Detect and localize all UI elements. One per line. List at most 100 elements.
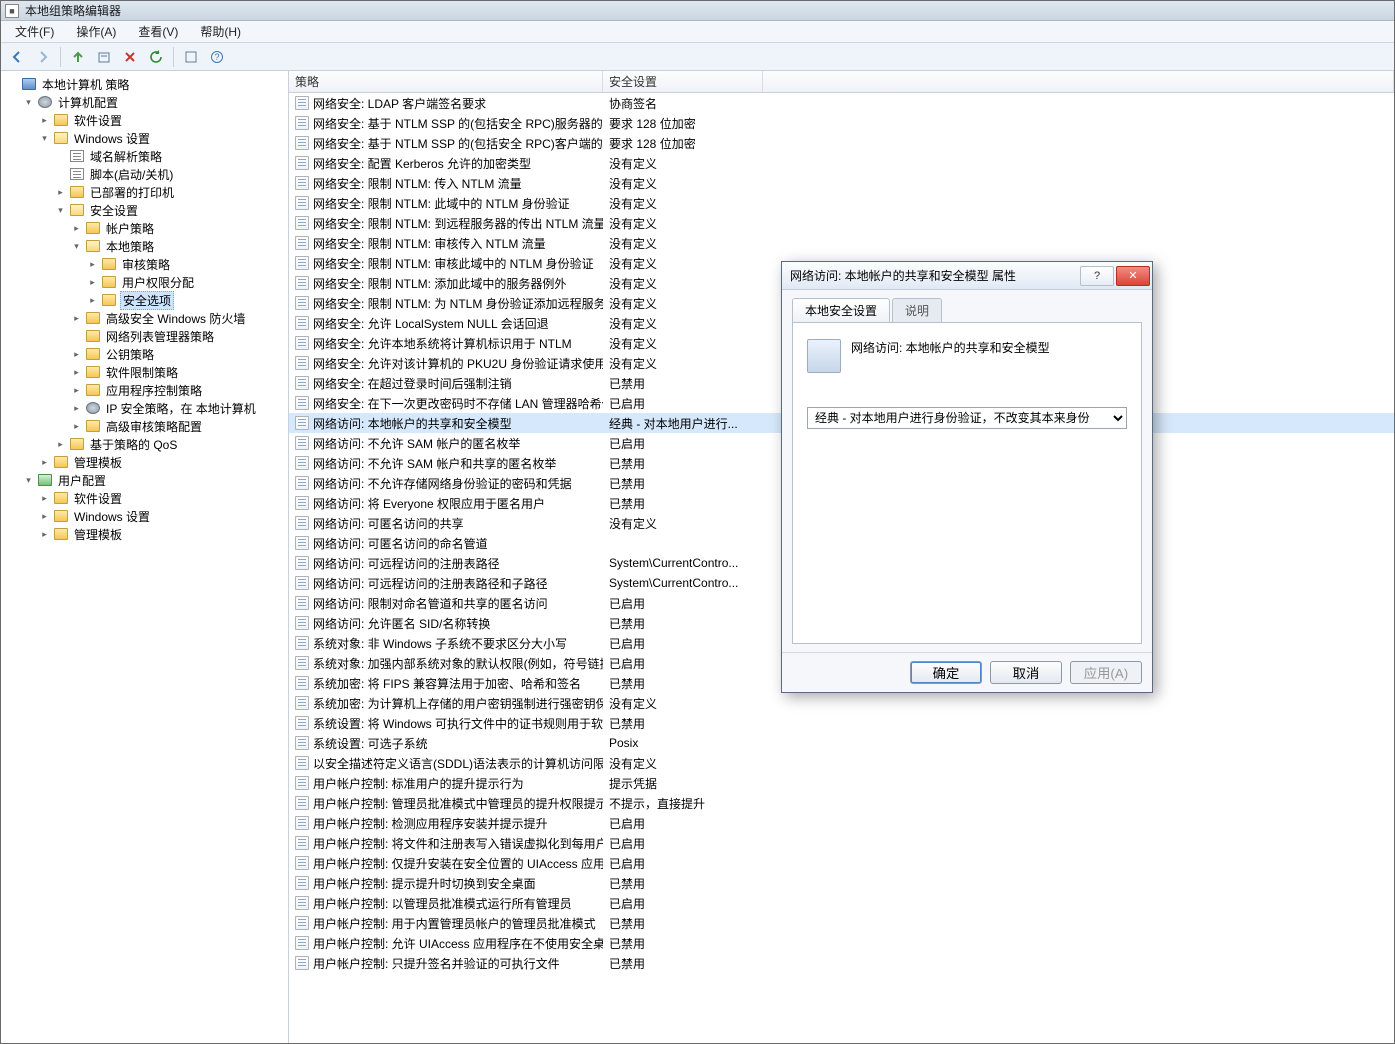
tree-node[interactable]: ▾Windows 设置 — [7, 129, 288, 147]
expand-icon[interactable]: ▸ — [87, 277, 98, 288]
back-button[interactable] — [5, 46, 29, 68]
expand-icon[interactable]: ▸ — [87, 295, 98, 306]
titlebar[interactable]: ■ 本地组策略编辑器 — [1, 1, 1394, 21]
expand-icon[interactable]: ▸ — [71, 349, 82, 360]
tree-node[interactable]: 本地计算机 策略 — [7, 75, 288, 93]
tree-pane[interactable]: 本地计算机 策略▾计算机配置▸软件设置▾Windows 设置域名解析策略脚本(启… — [1, 71, 289, 1043]
properties-button[interactable] — [92, 46, 116, 68]
policy-row[interactable]: 用户帐户控制: 将文件和注册表写入错误虚拟化到每用户位置已启用 — [289, 833, 1394, 853]
policy-row[interactable]: 用户帐户控制: 用于内置管理员帐户的管理员批准模式已禁用 — [289, 913, 1394, 933]
expand-icon[interactable]: ▸ — [87, 259, 98, 270]
tree-node[interactable]: ▾安全设置 — [7, 201, 288, 219]
security-model-select[interactable]: 经典 - 对本地用户进行身份验证，不改变其本来身份 — [807, 407, 1127, 429]
policy-row[interactable]: 用户帐户控制: 只提升签名并验证的可执行文件已禁用 — [289, 953, 1394, 973]
tree-node[interactable]: ▸软件限制策略 — [7, 363, 288, 381]
help-button[interactable]: ? — [1080, 266, 1114, 286]
users-icon — [38, 474, 52, 486]
collapse-icon[interactable]: ▾ — [39, 133, 50, 144]
tree-node[interactable]: ▸公钥策略 — [7, 345, 288, 363]
tree-node[interactable]: ▸审核策略 — [7, 255, 288, 273]
menu-item[interactable]: 操作(A) — [66, 21, 126, 42]
tree-node[interactable]: 脚本(启动/关机) — [7, 165, 288, 183]
menu-item[interactable]: 文件(F) — [5, 21, 64, 42]
tree-node[interactable]: 网络列表管理器策略 — [7, 327, 288, 345]
tree-node[interactable]: ▸基于策略的 QoS — [7, 435, 288, 453]
policy-row[interactable]: 用户帐户控制: 标准用户的提升提示行为提示凭据 — [289, 773, 1394, 793]
up-button[interactable] — [66, 46, 90, 68]
tree-node[interactable]: ▸安全选项 — [7, 291, 288, 309]
policy-row[interactable]: 网络安全: LDAP 客户端签名要求协商签名 — [289, 93, 1394, 113]
collapse-icon[interactable]: ▾ — [23, 97, 34, 108]
column-header-value[interactable]: 安全设置 — [603, 71, 763, 92]
expand-icon[interactable]: ▸ — [55, 439, 66, 450]
tree-node[interactable]: ▾本地策略 — [7, 237, 288, 255]
tree-node[interactable]: ▸帐户策略 — [7, 219, 288, 237]
expand-icon[interactable]: ▸ — [39, 457, 50, 468]
policy-row[interactable]: 网络安全: 基于 NTLM SSP 的(包括安全 RPC)客户端的最小...要求… — [289, 133, 1394, 153]
tree-node[interactable]: ▾计算机配置 — [7, 93, 288, 111]
collapse-icon[interactable]: ▾ — [55, 205, 66, 216]
policy-row[interactable]: 网络安全: 限制 NTLM: 到远程服务器的传出 NTLM 流量没有定义 — [289, 213, 1394, 233]
help-button[interactable]: ? — [205, 46, 229, 68]
menu-item[interactable]: 帮助(H) — [190, 21, 251, 42]
menu-item[interactable]: 查看(V) — [128, 21, 188, 42]
policy-row[interactable]: 用户帐户控制: 以管理员批准模式运行所有管理员已启用 — [289, 893, 1394, 913]
forward-button[interactable] — [31, 46, 55, 68]
tree-node[interactable]: ▸用户权限分配 — [7, 273, 288, 291]
cancel-button[interactable]: 取消 — [990, 661, 1062, 684]
tree-node[interactable]: ▸管理模板 — [7, 453, 288, 471]
policy-row[interactable]: 网络安全: 限制 NTLM: 此域中的 NTLM 身份验证没有定义 — [289, 193, 1394, 213]
policy-row[interactable]: 用户帐户控制: 管理员批准模式中管理员的提升权限提示的...不提示，直接提升 — [289, 793, 1394, 813]
expand-icon[interactable]: ▸ — [71, 403, 82, 414]
policy-row[interactable]: 用户帐户控制: 允许 UIAccess 应用程序在不使用安全桌面...已禁用 — [289, 933, 1394, 953]
policy-row[interactable]: 网络安全: 配置 Kerberos 允许的加密类型没有定义 — [289, 153, 1394, 173]
delete-button[interactable] — [118, 46, 142, 68]
expand-icon[interactable]: ▸ — [71, 421, 82, 432]
properties-dialog[interactable]: 网络访问: 本地帐户的共享和安全模型 属性 ? ✕ 本地安全设置 说明 网络访问… — [781, 261, 1153, 693]
tree-node[interactable]: ▸IP 安全策略，在 本地计算机 — [7, 399, 288, 417]
tree-node[interactable]: ▸应用程序控制策略 — [7, 381, 288, 399]
tree-node[interactable]: ▸软件设置 — [7, 489, 288, 507]
policy-name: 网络安全: 限制 NTLM: 到远程服务器的传出 NTLM 流量 — [313, 215, 603, 232]
policy-row[interactable]: 系统设置: 将 Windows 可执行文件中的证书规则用于软件...已禁用 — [289, 713, 1394, 733]
expand-icon[interactable]: ▸ — [71, 367, 82, 378]
policy-row[interactable]: 用户帐户控制: 仅提升安装在安全位置的 UIAccess 应用程序已启用 — [289, 853, 1394, 873]
policy-row[interactable]: 系统设置: 可选子系统Posix — [289, 733, 1394, 753]
expand-icon[interactable]: ▸ — [39, 493, 50, 504]
close-button[interactable]: ✕ — [1116, 266, 1150, 286]
tree-node[interactable]: ▾用户配置 — [7, 471, 288, 489]
expand-icon[interactable]: ▸ — [71, 313, 82, 324]
policy-name: 用户帐户控制: 只提升签名并验证的可执行文件 — [313, 955, 560, 972]
expand-icon[interactable]: ▸ — [71, 385, 82, 396]
collapse-icon[interactable]: ▾ — [71, 241, 82, 252]
policy-row[interactable]: 网络安全: 限制 NTLM: 传入 NTLM 流量没有定义 — [289, 173, 1394, 193]
collapse-icon[interactable]: ▾ — [23, 475, 34, 486]
expand-icon[interactable]: ▸ — [39, 115, 50, 126]
policy-row[interactable]: 网络安全: 基于 NTLM SSP 的(包括安全 RPC)服务器的最小...要求… — [289, 113, 1394, 133]
policy-row[interactable]: 网络安全: 限制 NTLM: 审核传入 NTLM 流量没有定义 — [289, 233, 1394, 253]
tab-explain[interactable]: 说明 — [892, 298, 942, 322]
policy-row[interactable]: 用户帐户控制: 提示提升时切换到安全桌面已禁用 — [289, 873, 1394, 893]
tree-node[interactable]: 域名解析策略 — [7, 147, 288, 165]
expand-icon[interactable]: ▸ — [39, 529, 50, 540]
column-header-policy[interactable]: 策略 — [289, 71, 603, 92]
tab-local-security[interactable]: 本地安全设置 — [792, 298, 890, 322]
tree-node[interactable]: ▸软件设置 — [7, 111, 288, 129]
policy-row[interactable]: 系统加密: 为计算机上存储的用户密钥强制进行强密钥保护没有定义 — [289, 693, 1394, 713]
apply-button[interactable]: 应用(A) — [1070, 661, 1142, 684]
refresh-button[interactable] — [144, 46, 168, 68]
tree-node[interactable]: ▸高级安全 Windows 防火墙 — [7, 309, 288, 327]
policy-row[interactable]: 以安全描述符定义语言(SDDL)语法表示的计算机访问限制没有定义 — [289, 753, 1394, 773]
tree-node[interactable]: ▸Windows 设置 — [7, 507, 288, 525]
expand-icon[interactable]: ▸ — [39, 511, 50, 522]
tree-node[interactable]: ▸管理模板 — [7, 525, 288, 543]
export-button[interactable] — [179, 46, 203, 68]
policy-row[interactable]: 用户帐户控制: 检测应用程序安装并提示提升已启用 — [289, 813, 1394, 833]
tree-node[interactable]: ▸高级审核策略配置 — [7, 417, 288, 435]
expand-icon[interactable]: ▸ — [71, 223, 82, 234]
expand-icon[interactable]: ▸ — [55, 187, 66, 198]
policy-icon — [295, 856, 309, 870]
tree-node[interactable]: ▸已部署的打印机 — [7, 183, 288, 201]
dialog-titlebar[interactable]: 网络访问: 本地帐户的共享和安全模型 属性 ? ✕ — [782, 262, 1152, 290]
ok-button[interactable]: 确定 — [910, 661, 982, 684]
